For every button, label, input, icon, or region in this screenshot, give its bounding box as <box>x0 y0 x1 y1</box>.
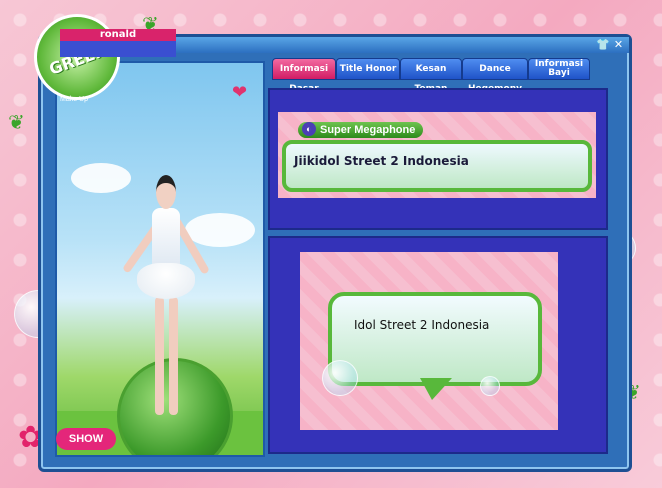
makeup-label[interactable]: Make Up <box>60 96 88 103</box>
megaphone-badge: ◐ Super Megaphone <box>298 122 424 138</box>
megaphone-label: Super Megaphone <box>320 124 416 136</box>
megaphone-panel: ◐ Super Megaphone Jiikidol Street 2 Indo… <box>268 88 608 230</box>
heart-icon[interactable]: ❤ <box>232 82 247 103</box>
shirt-icon[interactable]: 👕 <box>596 39 610 51</box>
show-button[interactable]: SHOW <box>56 428 116 450</box>
show-button-label: SHOW <box>68 433 104 445</box>
name-badge-bar <box>60 41 176 57</box>
chat-area: Idol Street 2 Indonesia <box>300 252 558 430</box>
leaf-icon: ❦ <box>8 110 25 134</box>
avatar-body <box>152 208 180 268</box>
player-name: ronald <box>60 29 176 41</box>
chat-panel: Idol Street 2 Indonesia <box>268 236 608 454</box>
cloud <box>185 213 255 247</box>
cloud <box>71 163 131 193</box>
avatar-leg <box>155 297 164 415</box>
chat-bubble: Idol Street 2 Indonesia <box>328 292 542 386</box>
chat-message: Idol Street 2 Indonesia <box>354 318 490 332</box>
tab-kesan-teman[interactable]: Kesan Teman <box>400 58 462 94</box>
bubble-icon <box>322 360 358 396</box>
bubble-icon <box>480 376 500 396</box>
avatar-leg <box>169 297 178 415</box>
avatar-skirt <box>137 263 195 299</box>
megaphone-bubble: Jiikidol Street 2 Indonesia <box>282 140 592 192</box>
tab-informasi-bayi[interactable]: Informasi Bayi <box>528 58 590 80</box>
name-badge: ronald <box>60 29 176 57</box>
megaphone-message: Jiikidol Street 2 Indonesia <box>294 154 469 168</box>
chat-bubble-tail <box>420 378 452 400</box>
megaphone-area: ◐ Super Megaphone Jiikidol Street 2 Indo… <box>278 112 596 198</box>
tab-title-honor[interactable]: Title Honor <box>336 58 400 80</box>
megaphone-icon: ◐ <box>302 122 316 136</box>
avatar-head <box>156 175 176 209</box>
tab-informasi-dasar[interactable]: Informasi Dasar <box>272 58 336 94</box>
avatar-panel <box>55 61 265 457</box>
close-icon[interactable]: ✕ <box>612 39 625 51</box>
tab-dance-hegemony[interactable]: Dance Hegemony <box>462 58 528 94</box>
